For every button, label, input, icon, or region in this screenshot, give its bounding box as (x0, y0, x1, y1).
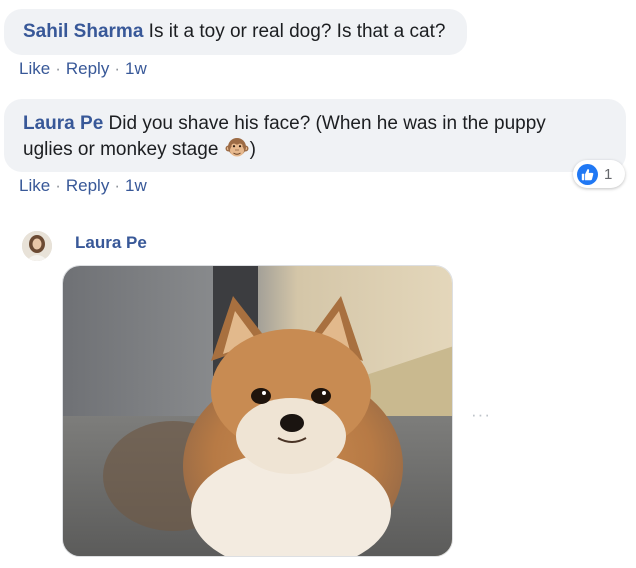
reply-link[interactable]: Reply (66, 176, 109, 195)
reaction-count: 1 (604, 165, 613, 183)
comment-author[interactable]: Laura Pe (23, 113, 103, 134)
monkey-face-icon (225, 136, 249, 160)
pomeranian-photo[interactable] (62, 265, 453, 557)
comment-text: Is it a toy or real dog? Is that a cat? (148, 21, 446, 42)
comment-actions: Like · Reply · 1w (19, 59, 147, 79)
like-link[interactable]: Like (19, 176, 50, 195)
comment-bubble-laura: Laura Pe Did you shave his face? (When h… (4, 99, 626, 172)
comment-bubble-sahil: Sahil Sharma Is it a toy or real dog? Is… (4, 9, 467, 55)
reply-author[interactable]: Laura Pe (75, 233, 147, 253)
comment-text-line2: uglies or monkey stage (23, 139, 224, 160)
comment-actions: Like · Reply · 1w (19, 176, 147, 196)
like-icon (577, 163, 598, 185)
separator: · (55, 59, 61, 78)
comment-text-line2-end: ) (249, 139, 256, 160)
comment-text-line1: Did you shave his face? (When he was in … (108, 113, 546, 134)
separator: · (55, 176, 61, 195)
comment-author[interactable]: Sahil Sharma (23, 21, 143, 42)
separator: · (114, 59, 120, 78)
avatar[interactable] (22, 231, 52, 261)
reaction-count-badge[interactable]: 1 (573, 160, 625, 188)
more-options-icon[interactable]: ··· (471, 405, 491, 425)
like-link[interactable]: Like (19, 59, 50, 78)
timestamp[interactable]: 1w (125, 176, 147, 195)
timestamp[interactable]: 1w (125, 59, 147, 78)
reply-link[interactable]: Reply (66, 59, 109, 78)
separator: · (114, 176, 120, 195)
